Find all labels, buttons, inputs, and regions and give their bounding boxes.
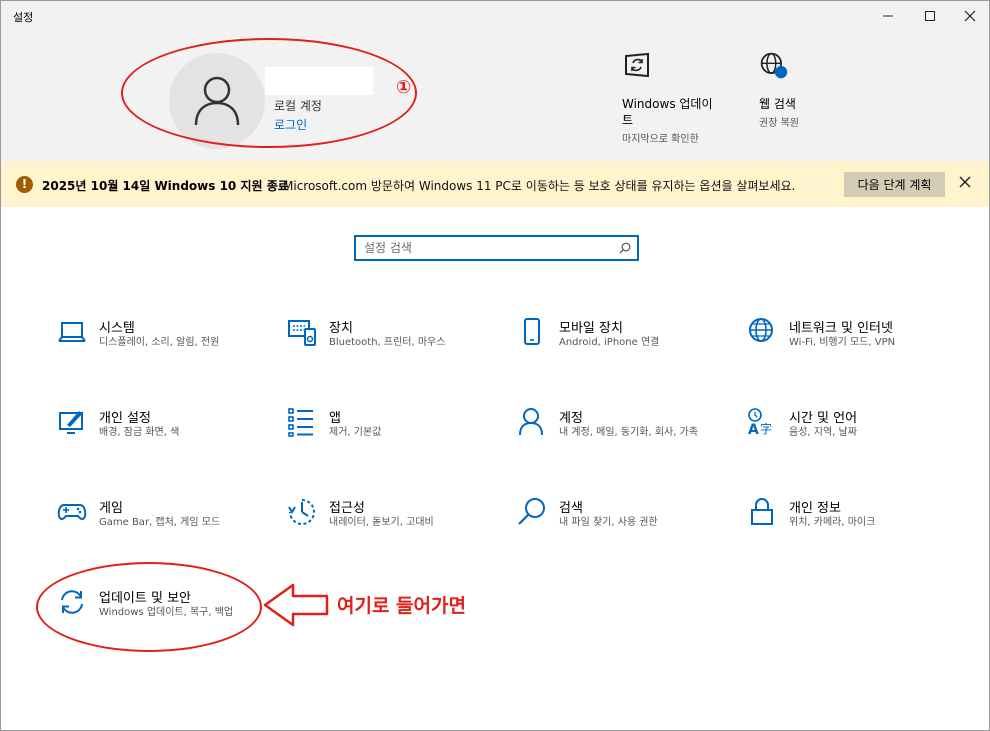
- globe-icon: [749, 318, 773, 342]
- annotation-arrow: [263, 583, 329, 627]
- category-network[interactable]: 네트워크 및 인터넷 Wi-Fi, 비행기 모드, VPN: [747, 317, 957, 377]
- window-title: 설정: [13, 11, 34, 24]
- category-subtitle: 음성, 지역, 날짜: [789, 427, 857, 438]
- annotation-ellipse-account: [121, 38, 417, 148]
- category-title: 개인 정보: [789, 501, 841, 516]
- category-title: 네트워크 및 인터넷: [789, 321, 893, 336]
- quick-link-title: 웹 검색: [759, 97, 796, 111]
- windows-update-icon: [625, 52, 649, 78]
- person-icon: [519, 408, 543, 436]
- category-title: 시스템: [99, 321, 135, 336]
- quick-link-sub: 권장 복원: [759, 118, 799, 129]
- category-subtitle: 제거, 기본값: [329, 427, 382, 438]
- category-subtitle: 디스플레이, 소리, 알림, 전원: [99, 337, 220, 348]
- category-title: 모바일 장치: [559, 321, 623, 336]
- close-icon: [959, 176, 971, 188]
- settings-search-box[interactable]: [354, 235, 639, 261]
- maximize-button[interactable]: [913, 1, 947, 31]
- phone-icon: [524, 318, 540, 345]
- category-apps[interactable]: 앱 제거, 기본값: [287, 407, 497, 467]
- apps-icon: [288, 408, 313, 437]
- category-accessibility[interactable]: 접근성 내레이터, 돋보기, 고대비: [287, 497, 497, 557]
- devices-icon: [288, 320, 316, 346]
- quick-link-title-wrap: 트: [622, 113, 634, 127]
- banner-message: Microsoft.com 방문하여 Windows 11 PC로 이동하는 등…: [283, 179, 796, 193]
- annotation-text: 여기로 들어가면: [337, 595, 466, 617]
- personalization-icon: [59, 411, 83, 434]
- category-subtitle: Bluetooth, 프린터, 마우스: [329, 337, 446, 348]
- minimize-icon: [883, 15, 893, 17]
- search-input[interactable]: [356, 237, 606, 259]
- title-bar: 설정: [1, 1, 989, 31]
- settings-window: 설정 로컬 계정 로그인 ① Windows 업데이 트 마지막으로 확인한 웹…: [0, 0, 990, 731]
- category-accounts[interactable]: 계정 내 계정, 메일, 동기화, 회사, 가족: [517, 407, 727, 467]
- minimize-button[interactable]: [871, 1, 905, 31]
- web-search-icon: [760, 52, 788, 79]
- category-subtitle: 위치, 카메라, 마이크: [789, 517, 876, 528]
- accessibility-icon: [288, 499, 315, 525]
- category-subtitle: 내 파일 찾기, 사용 권한: [559, 517, 658, 528]
- search-icon: [518, 498, 545, 525]
- category-title: 게임: [99, 501, 123, 516]
- category-title: 접근성: [329, 501, 365, 516]
- close-button[interactable]: [953, 1, 987, 31]
- banner-title: 2025년 10월 14일 Windows 10 지원 종료: [42, 179, 289, 193]
- category-subtitle: 내레이터, 돋보기, 고대비: [329, 517, 434, 528]
- quick-link-sub: 마지막으로 확인한: [622, 134, 699, 145]
- close-icon: [964, 10, 976, 22]
- category-time-language[interactable]: A 字 시간 및 언어 음성, 지역, 날짜: [747, 407, 957, 467]
- category-title: 개인 설정: [99, 411, 151, 426]
- annotation-ellipse-update: [36, 562, 262, 652]
- quick-link-title: Windows 업데이: [622, 97, 713, 111]
- category-subtitle: Android, iPhone 연결: [559, 337, 660, 348]
- category-title: 계정: [559, 411, 583, 426]
- category-title: 장치: [329, 321, 353, 336]
- plan-next-steps-button[interactable]: 다음 단계 계획: [844, 172, 945, 197]
- category-title: 시간 및 언어: [789, 411, 858, 426]
- category-title: 앱: [329, 411, 341, 426]
- category-search[interactable]: 검색 내 파일 찾기, 사용 권한: [517, 497, 727, 557]
- category-subtitle: Wi-Fi, 비행기 모드, VPN: [789, 337, 896, 348]
- category-subtitle: 배경, 잠금 화면, 색: [99, 427, 180, 438]
- lock-icon: [751, 498, 773, 525]
- category-title: 검색: [559, 501, 583, 516]
- category-personalization[interactable]: 개인 설정 배경, 잠금 화면, 색: [57, 407, 267, 467]
- time-language-icon: A 字: [748, 408, 772, 437]
- category-mobile[interactable]: 모바일 장치 Android, iPhone 연결: [517, 317, 727, 377]
- category-privacy[interactable]: 개인 정보 위치, 카메라, 마이크: [747, 497, 957, 557]
- category-gaming[interactable]: 게임 Game Bar, 캡처, 게임 모드: [57, 497, 267, 557]
- category-subtitle: Game Bar, 캡처, 게임 모드: [99, 517, 221, 528]
- svg-text:字: 字: [760, 421, 772, 436]
- end-of-support-banner: ! 2025년 10월 14일 Windows 10 지원 종료 Microso…: [1, 161, 989, 207]
- category-subtitle: 내 계정, 메일, 동기화, 회사, 가족: [559, 427, 699, 438]
- maximize-icon: [925, 11, 935, 21]
- laptop-icon: [58, 322, 86, 342]
- banner-close-button[interactable]: [959, 173, 971, 192]
- gamepad-icon: [57, 504, 87, 520]
- warning-icon: !: [16, 176, 33, 193]
- svg-text:A: A: [748, 422, 759, 437]
- category-devices[interactable]: 장치 Bluetooth, 프린터, 마우스: [287, 317, 497, 377]
- category-system[interactable]: 시스템 디스플레이, 소리, 알림, 전원: [57, 317, 267, 377]
- search-icon: [619, 242, 631, 254]
